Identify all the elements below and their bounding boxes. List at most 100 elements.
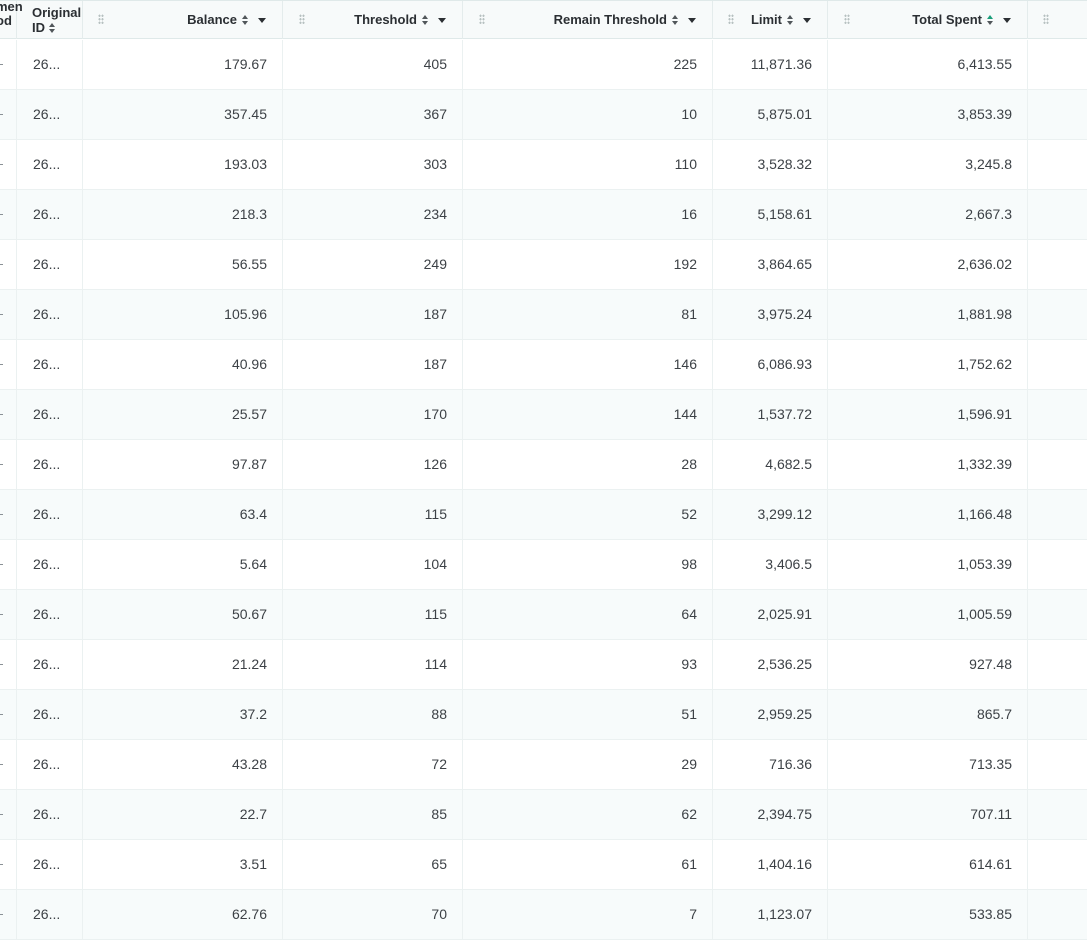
- remain-threshold-cell: 28: [463, 440, 713, 489]
- cut-cell: [0, 140, 17, 189]
- table-row[interactable]: 26... 105.96 187 81 3,975.24 1,881.98: [0, 290, 1087, 340]
- table-row[interactable]: 26... 43.28 72 29 716.36 713.35: [0, 740, 1087, 790]
- original-id-cell: 26...: [17, 90, 83, 139]
- column-menu-icon[interactable]: [258, 17, 266, 23]
- original-id-cell: 26...: [17, 140, 83, 189]
- dash-mark: [0, 314, 3, 315]
- drag-handle-icon[interactable]: [844, 14, 850, 25]
- cut-cell: [0, 590, 17, 639]
- drag-handle-icon[interactable]: [98, 14, 104, 25]
- limit-cell: 1,404.16: [713, 840, 828, 889]
- cut-cell: [0, 740, 17, 789]
- table-row[interactable]: 26... 5.64 104 98 3,406.5 1,053.39: [0, 540, 1087, 590]
- limit-cell: 6,086.93: [713, 340, 828, 389]
- drag-handle-icon[interactable]: [299, 14, 305, 25]
- threshold-cell: 115: [283, 490, 463, 539]
- table-row[interactable]: 26... 22.7 85 62 2,394.75 707.11: [0, 790, 1087, 840]
- threshold-cell: 187: [283, 340, 463, 389]
- column-menu-icon[interactable]: [438, 17, 446, 23]
- threshold-cell: 115: [283, 590, 463, 639]
- column-header-next[interactable]: [1028, 1, 1087, 39]
- balance-cell: 63.4: [83, 490, 283, 539]
- cut-cell: [0, 640, 17, 689]
- total-spent-cell: 1,005.59: [828, 590, 1028, 639]
- remain-threshold-cell: 144: [463, 390, 713, 439]
- remain-threshold-cell: 7: [463, 890, 713, 939]
- remain-threshold-cell: 61: [463, 840, 713, 889]
- column-header-cut[interactable]: men od: [0, 0, 23, 39]
- balance-cell: 218.3: [83, 190, 283, 239]
- drag-handle-icon[interactable]: [728, 14, 734, 25]
- table-row[interactable]: 26... 25.57 170 144 1,537.72 1,596.91: [0, 390, 1087, 440]
- table-row[interactable]: 26... 97.87 126 28 4,682.5 1,332.39: [0, 440, 1087, 490]
- table-row[interactable]: 26... 63.4 115 52 3,299.12 1,166.48: [0, 490, 1087, 540]
- column-header-remain-threshold[interactable]: Remain Threshold: [463, 1, 713, 39]
- cut-cell: [0, 690, 17, 739]
- next-column-cell: [1028, 140, 1087, 189]
- sort-active-icon[interactable]: [986, 14, 993, 26]
- column-header-balance[interactable]: Balance: [83, 1, 283, 39]
- table-row[interactable]: 26... 56.55 249 192 3,864.65 2,636.02: [0, 240, 1087, 290]
- next-column-cell: [1028, 690, 1087, 739]
- sort-icon[interactable]: [241, 14, 248, 26]
- total-spent-cell: 713.35: [828, 740, 1028, 789]
- total-spent-cell: 707.11: [828, 790, 1028, 839]
- table-row[interactable]: 26... 37.2 88 51 2,959.25 865.7: [0, 690, 1087, 740]
- total-spent-cell: 1,053.39: [828, 540, 1028, 589]
- table-row[interactable]: 26... 357.45 367 10 5,875.01 3,853.39: [0, 90, 1087, 140]
- balance-label: Balance: [187, 12, 237, 27]
- original-id-cell: 26...: [17, 290, 83, 339]
- threshold-cell: 367: [283, 90, 463, 139]
- sort-icon[interactable]: [48, 22, 55, 34]
- table-row[interactable]: 26... 179.67 405 225 11,871.36 6,413.55: [0, 40, 1087, 90]
- original-id-cell: 26...: [17, 790, 83, 839]
- column-header-total-spent[interactable]: Total Spent: [828, 1, 1028, 39]
- total-spent-cell: 1,881.98: [828, 290, 1028, 339]
- next-column-cell: [1028, 590, 1087, 639]
- total-spent-cell: 2,667.3: [828, 190, 1028, 239]
- drag-handle-icon[interactable]: [479, 14, 485, 25]
- sort-icon[interactable]: [421, 14, 428, 26]
- limit-cell: 2,536.25: [713, 640, 828, 689]
- total-spent-cell: 3,245.8: [828, 140, 1028, 189]
- total-spent-cell: 1,752.62: [828, 340, 1028, 389]
- column-menu-icon[interactable]: [1003, 17, 1011, 23]
- sort-icon[interactable]: [671, 14, 678, 26]
- column-header-original-id[interactable]: Original ID: [17, 1, 83, 39]
- total-spent-cell: 865.7: [828, 690, 1028, 739]
- table-row[interactable]: 26... 50.67 115 64 2,025.91 1,005.59: [0, 590, 1087, 640]
- sort-icon[interactable]: [786, 14, 793, 26]
- total-spent-cell: 3,853.39: [828, 90, 1028, 139]
- original-id-cell: 26...: [17, 590, 83, 639]
- next-column-cell: [1028, 90, 1087, 139]
- table-row[interactable]: 26... 40.96 187 146 6,086.93 1,752.62: [0, 340, 1087, 390]
- table-row[interactable]: 26... 193.03 303 110 3,528.32 3,245.8: [0, 140, 1087, 190]
- table-row[interactable]: 26... 62.76 70 7 1,123.07 533.85: [0, 890, 1087, 940]
- limit-cell: 3,299.12: [713, 490, 828, 539]
- column-menu-icon[interactable]: [803, 17, 811, 23]
- original-id-cell: 26...: [17, 240, 83, 289]
- remain-threshold-label: Remain Threshold: [553, 12, 667, 27]
- limit-cell: 2,959.25: [713, 690, 828, 739]
- threshold-cell: 72: [283, 740, 463, 789]
- remain-threshold-cell: 10: [463, 90, 713, 139]
- next-column-cell: [1028, 490, 1087, 539]
- limit-cell: 3,528.32: [713, 140, 828, 189]
- next-column-cell: [1028, 740, 1087, 789]
- next-column-cell: [1028, 440, 1087, 489]
- table-row[interactable]: 26... 21.24 114 93 2,536.25 927.48: [0, 640, 1087, 690]
- column-menu-icon[interactable]: [688, 17, 696, 23]
- limit-cell: 3,406.5: [713, 540, 828, 589]
- threshold-label: Threshold: [354, 12, 417, 27]
- next-column-cell: [1028, 290, 1087, 339]
- cut-cell: [0, 240, 17, 289]
- next-column-cell: [1028, 390, 1087, 439]
- column-header-threshold[interactable]: Threshold: [283, 1, 463, 39]
- table-row[interactable]: 26... 3.51 65 61 1,404.16 614.61: [0, 840, 1087, 890]
- original-id-cell: 26...: [17, 890, 83, 939]
- cut-cell: [0, 490, 17, 539]
- column-header-limit[interactable]: Limit: [713, 1, 828, 39]
- table-row[interactable]: 26... 218.3 234 16 5,158.61 2,667.3: [0, 190, 1087, 240]
- original-id-label-line2: ID: [32, 20, 45, 35]
- drag-handle-icon[interactable]: [1043, 14, 1049, 25]
